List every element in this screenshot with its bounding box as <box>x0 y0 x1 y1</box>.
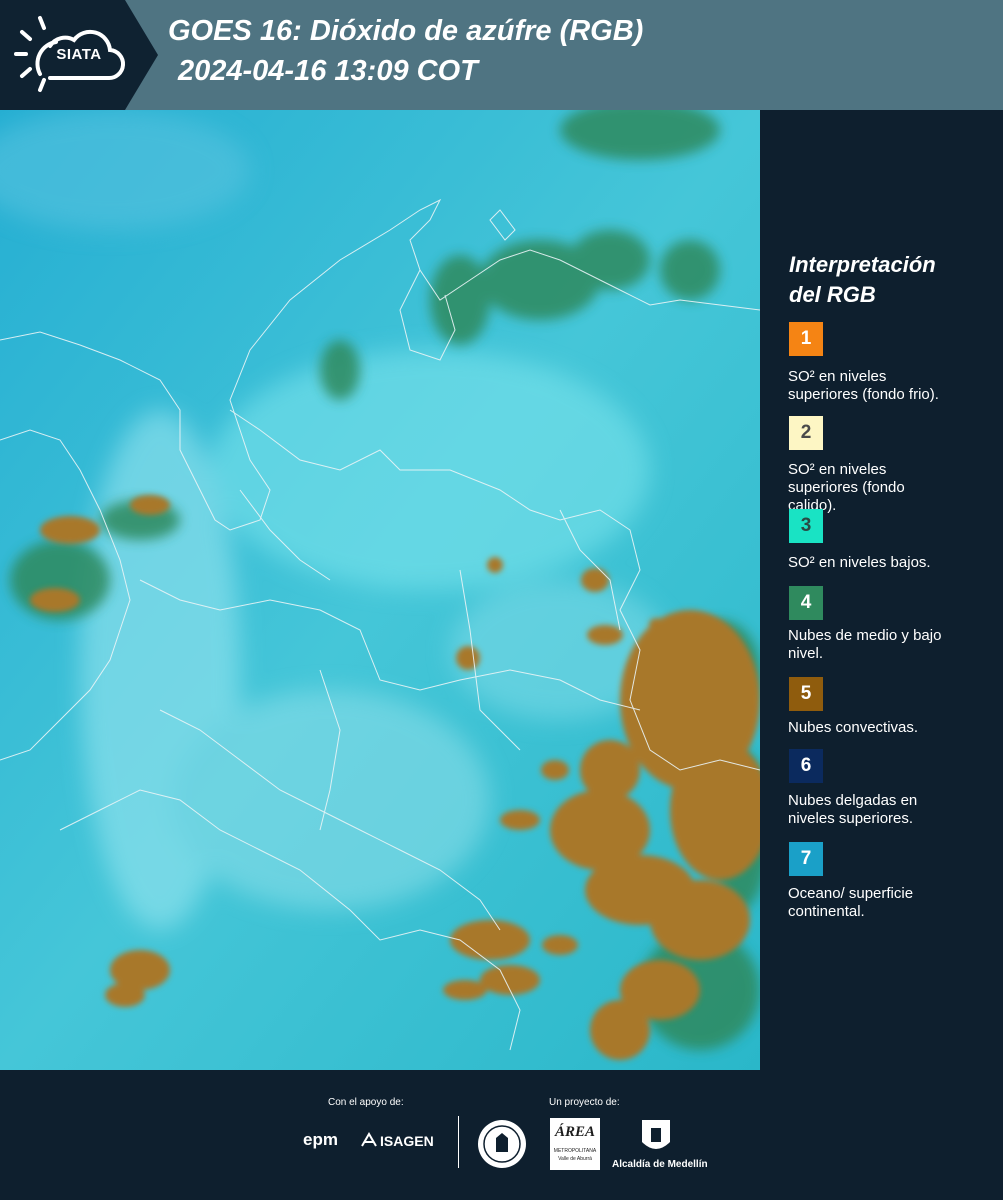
legend-swatch-6: 6 <box>789 749 823 783</box>
medellin-shield-icon <box>642 1120 670 1149</box>
siata-logo: SIATA <box>0 0 158 110</box>
footer-divider <box>458 1116 459 1168</box>
siata-logo-text: SIATA <box>56 46 102 63</box>
header-bar: SIATA GOES 16: Dióxido de azúfre (RGB) 2… <box>0 0 1003 110</box>
legend-title-line2: del RGB <box>789 282 876 307</box>
legend-title: Interpretación del RGB <box>789 250 989 310</box>
isagen-logo: ISAGEN <box>380 1133 434 1149</box>
legend-swatch-7: 7 <box>789 842 823 876</box>
satellite-image <box>0 110 760 1070</box>
university-seal-icon <box>478 1120 526 1168</box>
alcaldia-medellin-logo: Alcaldía de Medellín <box>612 1159 708 1170</box>
legend-label-line: superiores (fondo <box>788 479 905 496</box>
legend-label-2: SO² en niveles superiores (fondo calido). <box>788 461 998 515</box>
legend-label-7: Oceano/ superficie continental. <box>788 885 998 921</box>
epm-logo: epm <box>303 1130 338 1149</box>
legend-label-line: continental. <box>788 903 865 920</box>
legend-swatch-2: 2 <box>789 416 823 450</box>
page-title: GOES 16: Dióxido de azúfre (RGB) <box>168 15 644 47</box>
legend-label-4: Nubes de medio y bajo nivel. <box>788 627 998 663</box>
legend-label-line: Nubes delgadas en <box>788 792 918 809</box>
area-logo-sub1: METROPOLITANA <box>553 1148 597 1154</box>
isagen-icon <box>361 1132 377 1147</box>
legend-label-3: SO² en niveles bajos. <box>788 554 998 572</box>
legend-label-1: SO² en niveles superiores (fondo frio). <box>788 368 998 404</box>
support-caption: Con el apoyo de: <box>328 1097 404 1108</box>
area-logo-sub2: Valle de Aburrá <box>558 1156 592 1162</box>
area-logo-text: ÁREA <box>554 1124 596 1140</box>
legend-title-line1: Interpretación <box>789 252 936 277</box>
legend-label-line: nivel. <box>788 645 824 662</box>
legend-label-line: SO² en niveles <box>788 368 887 385</box>
page-timestamp: 2024-04-16 13:09 COT <box>178 55 478 87</box>
legend-swatch-4: 4 <box>789 586 823 620</box>
project-caption: Un proyecto de: <box>549 1097 620 1108</box>
legend-label-line: Nubes convectivas. <box>788 719 919 736</box>
legend-swatch-1: 1 <box>789 322 823 356</box>
legend-swatch-3: 3 <box>789 509 823 543</box>
legend-label-line: niveles superiores. <box>788 810 914 827</box>
legend-label-line: Nubes de medio y bajo <box>788 627 942 644</box>
legend-label-line: Oceano/ superficie <box>788 885 914 902</box>
legend-panel: Interpretación del RGB 1 SO² en niveles su… <box>760 110 1003 1070</box>
legend-label-6: Nubes delgadas en niveles superiores. <box>788 792 998 828</box>
legend-label-line: SO² en niveles <box>788 461 887 478</box>
legend-label-line: superiores (fondo frio). <box>788 386 939 403</box>
footer: Con el apoyo de: Un proyecto de: epm ISA… <box>0 1070 1003 1200</box>
legend-swatch-5: 5 <box>789 677 823 711</box>
legend-label-5: Nubes convectivas. <box>788 719 998 737</box>
legend-label-line: SO² en niveles bajos. <box>788 554 931 571</box>
area-metropolitana-logo: ÁREA METROPOLITANA Valle de Aburrá <box>550 1118 600 1170</box>
